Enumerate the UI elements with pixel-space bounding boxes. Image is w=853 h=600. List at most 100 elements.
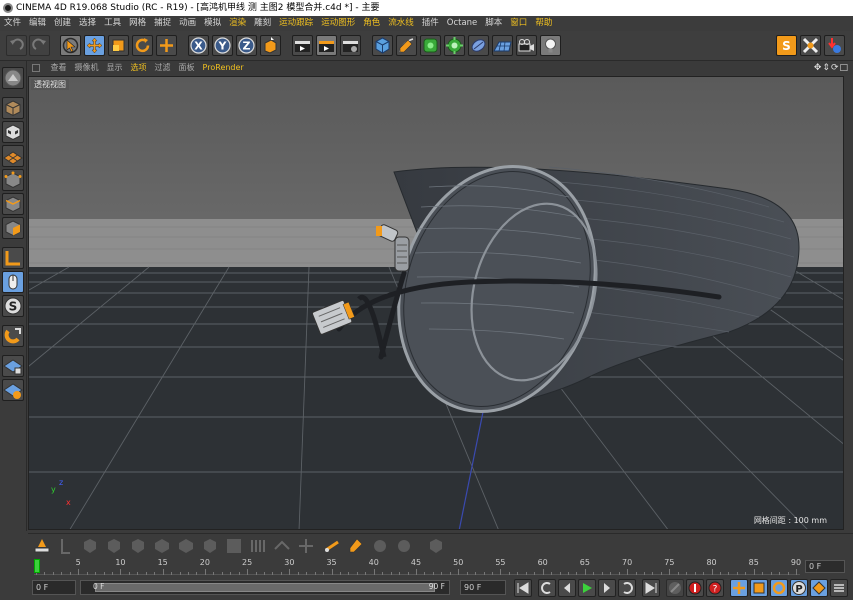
menu-item-4[interactable]: 工具 xyxy=(100,16,125,31)
texture-mode-button[interactable] xyxy=(2,121,24,143)
x-axis-lock-button[interactable]: X xyxy=(188,35,209,56)
active-tool-1-button[interactable] xyxy=(322,536,342,556)
points-mode-button[interactable] xyxy=(2,169,24,191)
deformer-button[interactable] xyxy=(468,35,489,56)
timeline-playhead[interactable] xyxy=(34,559,40,573)
disabled-tool-3-button[interactable] xyxy=(104,536,124,556)
solo-mode-button[interactable] xyxy=(2,379,24,401)
panel-grip-icon[interactable] xyxy=(32,64,40,72)
disabled-tool-1-button[interactable] xyxy=(58,536,78,556)
timeline-tool-button[interactable] xyxy=(32,536,52,556)
key-position-button[interactable] xyxy=(730,579,748,597)
menu-item-12[interactable]: 运动图形 xyxy=(317,16,359,31)
menu-item-9[interactable]: 渲染 xyxy=(225,16,250,31)
camera-button[interactable] xyxy=(516,35,537,56)
render-settings-button[interactable] xyxy=(340,35,361,56)
menu-item-7[interactable]: 动画 xyxy=(175,16,200,31)
menu-item-18[interactable]: 窗口 xyxy=(506,16,531,31)
gravity-tool-button[interactable] xyxy=(824,35,845,56)
viewport-label[interactable]: 透视视图 xyxy=(31,79,69,90)
menu-item-17[interactable]: 脚本 xyxy=(481,16,506,31)
make-editable-button[interactable] xyxy=(2,67,24,89)
viewport-menu-item-4[interactable]: 过滤 xyxy=(151,63,175,72)
play-button[interactable] xyxy=(578,579,596,597)
viewport-menu-item-0[interactable]: 查看 xyxy=(47,63,71,72)
z-axis-lock-button[interactable]: Z xyxy=(236,35,257,56)
menu-item-0[interactable]: 文件 xyxy=(0,16,25,31)
pen-spline-button[interactable] xyxy=(396,35,417,56)
prev-frame-button[interactable] xyxy=(558,579,576,597)
model-mode-button[interactable] xyxy=(2,97,24,119)
timeline-settings-button[interactable] xyxy=(830,579,848,597)
viewport-menu-item-6[interactable]: ProRender xyxy=(199,63,248,72)
disabled-tool-8-button[interactable] xyxy=(224,536,244,556)
end-frame-field[interactable]: 90 F xyxy=(460,580,506,595)
menu-item-19[interactable]: 帮助 xyxy=(531,16,556,31)
viewport-menu-item-3[interactable]: 选项 xyxy=(127,63,151,72)
prev-keyframe-button[interactable] xyxy=(538,579,556,597)
viewport-navigation-icon[interactable]: ✥⇕⟳□ xyxy=(814,61,849,75)
viewport-menu-item-1[interactable]: 摄像机 xyxy=(71,63,103,72)
menu-item-14[interactable]: 流水线 xyxy=(384,16,418,31)
record-position-button[interactable] xyxy=(666,579,684,597)
disabled-tool-6-button[interactable] xyxy=(176,536,196,556)
tweak-mode-button[interactable] xyxy=(2,271,24,293)
viewport-menu-item-5[interactable]: 面板 xyxy=(175,63,199,72)
key-pla-button[interactable] xyxy=(810,579,828,597)
menu-item-2[interactable]: 创建 xyxy=(50,16,75,31)
cloner-button[interactable] xyxy=(444,35,465,56)
key-scale-button[interactable] xyxy=(750,579,768,597)
disabled-tool-2-button[interactable] xyxy=(80,536,100,556)
undo-button[interactable] xyxy=(6,35,27,56)
menu-item-13[interactable]: 角色 xyxy=(359,16,384,31)
timeline-ruler[interactable]: 051015202530354045505560657075808590 xyxy=(33,557,801,575)
render-to-picture-viewer-button[interactable] xyxy=(316,35,337,56)
menu-item-15[interactable]: 插件 xyxy=(418,16,443,31)
go-to-start-button[interactable] xyxy=(514,579,532,597)
edges-mode-button[interactable] xyxy=(2,193,24,215)
menu-item-1[interactable]: 编辑 xyxy=(25,16,50,31)
s-plugin-button[interactable]: S xyxy=(776,35,797,56)
record-keyframe-button[interactable] xyxy=(686,579,704,597)
disabled-tool-13-button[interactable] xyxy=(394,536,414,556)
key-parameter-button[interactable]: P xyxy=(790,579,808,597)
current-frame-field[interactable]: 0 F xyxy=(805,560,845,573)
ik-tool-button[interactable] xyxy=(800,35,821,56)
next-frame-button[interactable] xyxy=(598,579,616,597)
polygons-mode-button[interactable] xyxy=(2,217,24,239)
menu-item-6[interactable]: 捕捉 xyxy=(150,16,175,31)
snap-button[interactable]: S xyxy=(2,295,24,317)
move-tool-button[interactable] xyxy=(84,35,105,56)
menu-item-10[interactable]: 雕刻 xyxy=(250,16,275,31)
disabled-tool-7-button[interactable] xyxy=(200,536,220,556)
light-button[interactable] xyxy=(540,35,561,56)
live-selection-tool-button[interactable] xyxy=(60,35,81,56)
disabled-tool-9-button[interactable] xyxy=(248,536,268,556)
subdivision-surface-button[interactable] xyxy=(420,35,441,56)
disabled-tool-11-button[interactable] xyxy=(296,536,316,556)
menu-item-3[interactable]: 选择 xyxy=(75,16,100,31)
menu-item-16[interactable]: Octane xyxy=(443,16,482,31)
disabled-tool-4-button[interactable] xyxy=(128,536,148,556)
disabled-tool-12-button[interactable] xyxy=(370,536,390,556)
frame-range-fill[interactable] xyxy=(95,583,435,592)
autokey-button[interactable]: ? xyxy=(706,579,724,597)
disabled-tool-5-button[interactable] xyxy=(152,536,172,556)
magnet-tool-button[interactable] xyxy=(2,325,24,347)
locked-workplane-button[interactable] xyxy=(2,355,24,377)
frame-range-slider[interactable]: 0 F 90 F xyxy=(80,580,450,595)
redo-button[interactable] xyxy=(29,35,50,56)
next-keyframe-button[interactable] xyxy=(618,579,636,597)
menu-item-11[interactable]: 运动跟踪 xyxy=(275,16,317,31)
workplane-mode-button[interactable] xyxy=(2,145,24,167)
axis-mode-button[interactable] xyxy=(2,247,24,269)
rotate-tool-button[interactable] xyxy=(132,35,153,56)
y-axis-lock-button[interactable]: Y xyxy=(212,35,233,56)
go-to-end-button[interactable] xyxy=(642,579,660,597)
menu-item-5[interactable]: 网格 xyxy=(125,16,150,31)
disabled-tool-14-button[interactable] xyxy=(426,536,446,556)
menu-item-8[interactable]: 模拟 xyxy=(200,16,225,31)
recent-tool-button[interactable] xyxy=(156,35,177,56)
start-frame-field[interactable]: 0 F xyxy=(32,580,76,595)
key-rotation-button[interactable] xyxy=(770,579,788,597)
